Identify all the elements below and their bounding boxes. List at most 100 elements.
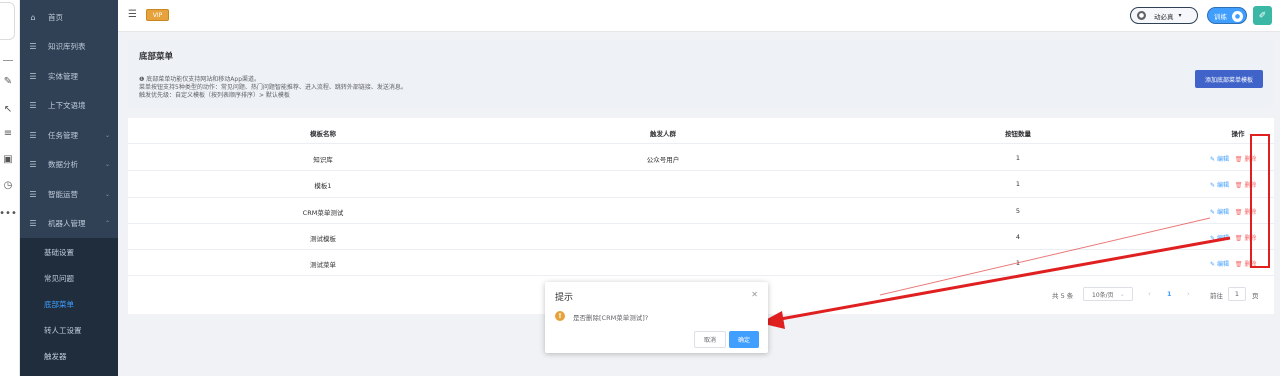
row-divider bbox=[128, 170, 1274, 171]
row-divider bbox=[128, 143, 1274, 144]
sidebar-subitem-label: 基础设置 bbox=[44, 247, 74, 257]
sidebar-item-home[interactable]: ⌂ 首页 bbox=[20, 2, 118, 32]
confirm-button[interactable]: 确定 bbox=[729, 331, 759, 348]
pointer-icon[interactable]: ↖ bbox=[0, 102, 16, 116]
row-divider bbox=[128, 275, 1274, 276]
caret-down-icon: ▾ bbox=[1178, 12, 1182, 19]
edit-icon[interactable]: ✎ bbox=[1210, 209, 1217, 216]
trash-icon[interactable]: 🗑 bbox=[1235, 182, 1245, 189]
cell-count: 1 bbox=[1015, 154, 1021, 162]
edit-link[interactable]: 编辑 bbox=[1217, 209, 1229, 216]
cell-count: 1 bbox=[1015, 180, 1021, 188]
sidebar-subitem-label: 常见问题 bbox=[44, 273, 74, 283]
topbar: ☰ VIP ● 动必真 ▾ 训练 ● ✐ bbox=[118, 0, 1280, 32]
sidebar-item-label: 首页 bbox=[48, 12, 63, 22]
cell-count: 5 bbox=[1015, 207, 1021, 215]
column-header: 模板名称 bbox=[310, 130, 336, 138]
sidebar-subitem-label: 底部菜单 bbox=[44, 299, 74, 309]
edit-icon[interactable]: ✎ bbox=[1210, 156, 1217, 163]
sidebar-subitem-faq[interactable]: 常见问题 bbox=[20, 264, 118, 292]
sidebar-submenu: 基础设置 常见问题 底部菜单 转人工设置 触发器 bbox=[20, 238, 118, 376]
row-divider bbox=[128, 223, 1274, 224]
row-divider bbox=[128, 197, 1274, 198]
more-icon[interactable]: ••• bbox=[0, 206, 17, 220]
sidebar-subitem-bottom-menu[interactable]: 底部菜单 bbox=[20, 290, 118, 318]
tool-panel bbox=[0, 2, 15, 40]
sidebar-subitem-basic[interactable]: 基础设置 bbox=[20, 238, 118, 266]
clock-icon[interactable]: ◷ bbox=[0, 178, 16, 192]
sliders-icon[interactable]: ≡ bbox=[0, 126, 16, 140]
sidebar-item-label: 任务管理 bbox=[48, 130, 78, 140]
edit-icon[interactable]: ✎ bbox=[1210, 261, 1217, 268]
trash-icon[interactable]: 🗑 bbox=[1235, 209, 1245, 216]
chevron-down-icon: ⌄ bbox=[104, 160, 110, 168]
edit-icon[interactable]: ✎ bbox=[1210, 182, 1217, 189]
sidebar-item-operations[interactable]: ☰ 智能运营 ⌄ bbox=[20, 179, 118, 209]
user-dropdown[interactable]: ● 动必真 ▾ bbox=[1130, 7, 1198, 24]
trash-icon[interactable]: 🗑 bbox=[1235, 261, 1245, 268]
sidebar-subitem-trigger[interactable]: 触发器 bbox=[20, 342, 118, 370]
column-header: 触发人群 bbox=[650, 130, 676, 138]
cell-count: 1 bbox=[1015, 259, 1021, 267]
trash-icon[interactable]: 🗑 bbox=[1235, 235, 1245, 242]
image-icon[interactable]: ▣ bbox=[0, 152, 16, 166]
vip-badge: VIP bbox=[146, 9, 169, 21]
sidebar-item-analytics[interactable]: ☰ 数据分析 ⌄ bbox=[20, 149, 118, 179]
next-page-icon[interactable]: › bbox=[1187, 290, 1190, 298]
pen-icon[interactable]: ✎ bbox=[0, 74, 16, 88]
current-page[interactable]: 1 bbox=[1167, 290, 1172, 298]
edit-link[interactable]: 编辑 bbox=[1217, 182, 1229, 189]
info-line: 触发优先级：自定义模板（按列表顺序排序）> 默认模板 bbox=[139, 92, 290, 99]
page-size-select[interactable]: 10条/页 ⌄ bbox=[1083, 287, 1133, 301]
dialog-title: 提示 bbox=[555, 293, 574, 303]
list-icon: ☰ bbox=[29, 159, 37, 169]
close-icon[interactable]: ✕ bbox=[751, 290, 758, 299]
sidebar-item-tasks[interactable]: ☰ 任务管理 ⌄ bbox=[20, 120, 118, 150]
list-icon: ☰ bbox=[29, 41, 37, 51]
toggle-knob-icon: ● bbox=[1232, 11, 1243, 22]
edit-link[interactable]: 编辑 bbox=[1217, 261, 1229, 268]
sidebar-item-label: 机器人管理 bbox=[48, 218, 86, 228]
sidebar-item-entity[interactable]: ☰ 实体管理 bbox=[20, 61, 118, 91]
cell-name: 测试模板 bbox=[310, 235, 336, 243]
prev-page-icon[interactable]: ‹ bbox=[1148, 290, 1151, 298]
sidebar-item-context[interactable]: ☰ 上下文语境 bbox=[20, 90, 118, 120]
cell-count: 4 bbox=[1015, 233, 1021, 241]
annotation-highlight-box bbox=[1250, 134, 1270, 268]
confirm-dialog: 提示 ✕ ! 是否删除[CRM菜单测试]? 取消 确定 bbox=[545, 282, 768, 353]
sidebar-subitem-transfer[interactable]: 转人工设置 bbox=[20, 316, 118, 344]
pagination-total: 共 5 条 bbox=[1052, 292, 1074, 300]
list-icon: ☰ bbox=[29, 71, 37, 81]
add-template-button[interactable]: 添加底部菜单模板 bbox=[1195, 70, 1263, 88]
chevron-down-icon: ⌄ bbox=[104, 131, 110, 139]
menu-toggle-icon[interactable]: ☰ bbox=[128, 9, 140, 21]
page-size-value: 10条/页 bbox=[1092, 291, 1114, 299]
cell-audience: 公众号用户 bbox=[646, 156, 680, 164]
trash-icon[interactable]: 🗑 bbox=[1235, 156, 1245, 163]
sidebar-item-knowledge[interactable]: ☰ 知识库列表 bbox=[20, 31, 118, 61]
column-header: 按钮数量 bbox=[1005, 130, 1031, 138]
sidebar-item-label: 上下文语境 bbox=[48, 100, 86, 110]
robot-icon[interactable]: ✐ bbox=[1253, 6, 1272, 25]
sidebar-subitem-label: 触发器 bbox=[44, 351, 67, 361]
dialog-message: 是否删除[CRM菜单测试]? bbox=[573, 314, 649, 322]
row-divider bbox=[128, 249, 1274, 250]
edit-link[interactable]: 编辑 bbox=[1217, 235, 1229, 242]
sidebar-subitem-label: 转人工设置 bbox=[44, 325, 82, 335]
goto-label: 前往 bbox=[1210, 292, 1223, 300]
cell-name: 测试菜单 bbox=[310, 261, 336, 269]
edit-icon[interactable]: ✎ bbox=[1210, 235, 1217, 242]
edit-link[interactable]: 编辑 bbox=[1217, 156, 1229, 163]
chevron-up-icon: ⌃ bbox=[104, 219, 110, 227]
goto-page-input[interactable]: 1 bbox=[1228, 287, 1246, 301]
train-label: 训练 bbox=[1214, 12, 1227, 21]
sidebar-item-label: 知识库列表 bbox=[48, 41, 86, 51]
cancel-button[interactable]: 取消 bbox=[694, 331, 726, 348]
list-icon: ☰ bbox=[29, 218, 37, 228]
sidebar-item-label: 实体管理 bbox=[48, 71, 78, 81]
sidebar-item-robot[interactable]: ☰ 机器人管理 ⌃ bbox=[20, 208, 118, 238]
info-card: 底部菜单 ❶ 底部菜单功能仅支持网站和移动App渠道。 菜单按钮支持5种类型的动… bbox=[128, 40, 1274, 108]
user-name: 动必真 bbox=[1154, 12, 1174, 21]
tool-strip: ✎ ↖ ≡ ▣ ◷ ••• bbox=[0, 0, 20, 376]
train-toggle[interactable]: 训练 ● bbox=[1207, 7, 1247, 24]
